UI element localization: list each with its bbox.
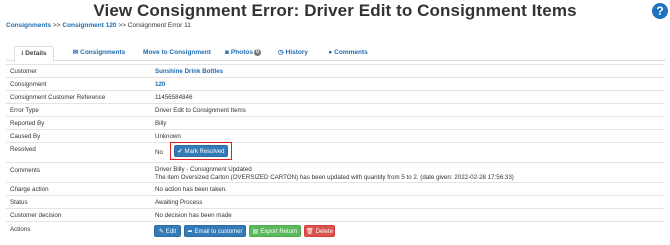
comment-line-2: The item Oversized Carton (OVERSIZED CAR… — [155, 174, 514, 181]
detail-row-reference: Consignment Customer Reference 114565848… — [6, 90, 664, 103]
detail-row-resolved: Resolved No — [6, 142, 664, 162]
page-title: View Consignment Error: Driver Edit to C… — [93, 1, 577, 20]
status-value: Awaiting Process — [155, 199, 203, 206]
tab-move-to-consignment[interactable]: Move to Consignment — [137, 46, 217, 61]
row-label: Caused By — [10, 133, 41, 140]
table-icon: ▤ — [252, 229, 259, 235]
breadcrumb-current: Consignment Error 11 — [127, 22, 191, 29]
customer-decision-value: No decision has been made — [155, 212, 232, 219]
delete-button[interactable]: 🗑 Delete — [304, 225, 335, 237]
share-icon: ➦ — [187, 229, 193, 235]
button-label: Export Return — [260, 229, 298, 235]
row-label: Error Type — [10, 107, 39, 114]
mark-resolved-button[interactable]: ✔ Mark Resolved — [174, 145, 228, 157]
tab-history[interactable]: ◷ History — [276, 46, 310, 61]
row-label: Comments — [10, 167, 40, 174]
tab-label: Comments — [334, 49, 368, 56]
consignment-link[interactable]: 120 — [155, 81, 165, 88]
detail-row-actions: Actions — [6, 221, 664, 241]
charge-action-value: No action has been taken. — [155, 186, 227, 193]
customer-link[interactable]: Sunshine Drink Bottles — [155, 68, 223, 75]
pencil-icon: ✎ — [158, 229, 164, 235]
info-icon: i — [21, 50, 24, 57]
breadcrumb: Consignments >> Consignment 120 >> Consi… — [6, 22, 191, 29]
row-label: Actions — [10, 226, 31, 233]
row-label: Status — [10, 199, 28, 206]
detail-row-customer-decision: Customer decision No decision has been m… — [6, 208, 664, 221]
caused-by-value: Unknown — [155, 133, 181, 140]
question-circle-icon[interactable]: ? — [652, 3, 668, 19]
tab-comments[interactable]: ● Comments — [326, 46, 370, 61]
clock-icon: ◷ — [277, 49, 284, 56]
breadcrumb-separator: >> — [118, 22, 126, 29]
tab-photos[interactable]: ◙ Photos 0 — [218, 46, 268, 61]
comment-line-1: Driver Billy - Consignment Updated — [155, 166, 252, 173]
detail-row-customer: Customer Sunshine Drink Bottles — [6, 64, 664, 77]
camera-icon: ◙ — [224, 49, 229, 56]
breadcrumb-separator: >> — [52, 22, 61, 29]
edit-button[interactable]: ✎ Edit — [154, 225, 181, 237]
button-label: Delete — [315, 229, 333, 235]
detail-row-charge-action: Charge action No action has been taken. — [6, 182, 664, 195]
detail-row-error-type: Error Type Driver Edit to Consignment It… — [6, 103, 664, 116]
error-type-value: Driver Edit to Consignment Items — [155, 107, 246, 114]
tab-label: Photos — [230, 49, 253, 56]
tab-label: Move to Consignment — [143, 49, 211, 56]
tab-bar: i Details ✉ Consignments Move to Consignme… — [6, 46, 666, 62]
trash-icon: 🗑 — [306, 229, 314, 235]
row-label: Resolved — [10, 146, 36, 153]
envelope-icon: ✉ — [72, 49, 79, 56]
button-label: Edit — [165, 229, 177, 235]
row-label: Customer decision — [10, 212, 62, 219]
comment-icon: ● — [328, 49, 333, 56]
check-icon: ✔ — [177, 149, 183, 155]
row-label: Charge action — [10, 186, 49, 193]
row-label: Customer — [10, 68, 37, 75]
export-return-button[interactable]: ▤ Export Return — [249, 225, 301, 237]
breadcrumb-consignments[interactable]: Consignments — [6, 22, 51, 29]
button-label: Email to customer — [194, 229, 243, 235]
detail-row-reported-by: Reported By Billy — [6, 116, 664, 129]
detail-row-status: Status Awaiting Process — [6, 195, 664, 208]
tab-label: Consignments — [80, 49, 126, 56]
button-label: Mark Resolved — [184, 149, 225, 155]
detail-row-consignment: Consignment 120 — [6, 77, 664, 90]
tab-consignments[interactable]: ✉ Consignments — [66, 46, 132, 61]
email-to-customer-button[interactable]: ➦ Email to customer — [184, 225, 246, 237]
row-label: Consignment Customer Reference — [10, 94, 106, 101]
row-label: Reported By — [10, 120, 45, 127]
reference-value: 11456584846 — [155, 94, 193, 101]
row-label: Consignment — [10, 81, 47, 88]
tab-label: Details — [25, 50, 47, 57]
photos-count-badge: 0 — [253, 49, 262, 56]
breadcrumb-consignment-120[interactable]: Consignment 120 — [62, 22, 116, 29]
detail-row-caused-by: Caused By Unknown — [6, 129, 664, 142]
tab-details[interactable]: i Details — [14, 46, 54, 62]
resolved-value: No — [155, 149, 163, 156]
tab-label: History — [285, 49, 309, 56]
detail-row-comments: Comments Driver Billy - Consignment Upda… — [6, 162, 664, 182]
reported-by-value: Billy — [155, 120, 167, 127]
